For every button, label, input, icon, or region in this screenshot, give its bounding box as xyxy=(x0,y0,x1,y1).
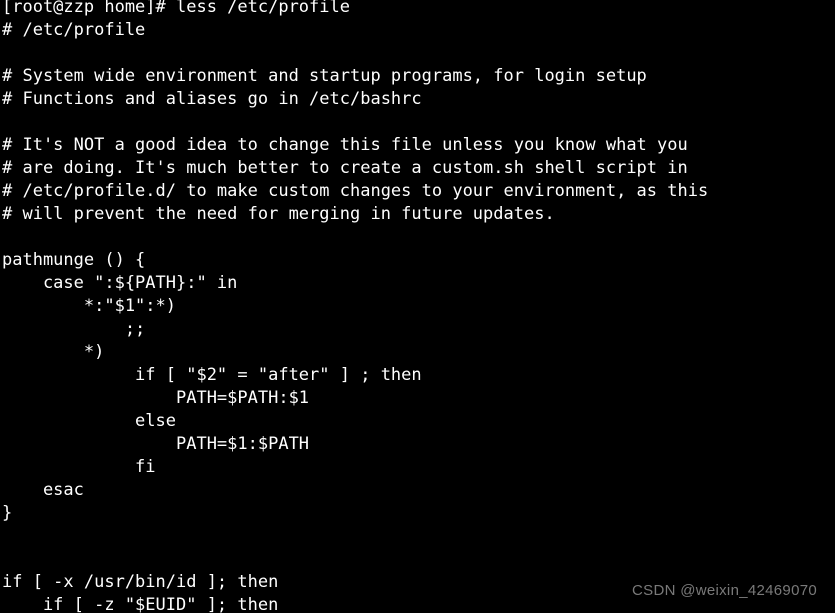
terminal-line: case ":${PATH}:" in xyxy=(2,273,238,293)
terminal-line: # will prevent the need for merging in f… xyxy=(2,204,555,224)
terminal-line: pathmunge () { xyxy=(2,250,146,270)
terminal-line: fi xyxy=(2,457,156,477)
terminal-line: # /etc/profile xyxy=(2,20,146,40)
terminal-line: } xyxy=(2,503,13,523)
terminal-line: *) xyxy=(2,342,105,362)
terminal-line: *:"$1":*) xyxy=(2,296,176,316)
terminal-line: if [ -x /usr/bin/id ]; then xyxy=(2,572,279,592)
terminal-prompt-line: [root@zzp home]# less /etc/profile xyxy=(2,0,350,17)
terminal-line: else xyxy=(2,411,176,431)
terminal-line: esac xyxy=(2,480,84,500)
terminal-screen-buffer[interactable]: [root@zzp home]# less /etc/profile # /etc… xyxy=(2,0,708,613)
terminal-line: PATH=$1:$PATH xyxy=(2,434,310,454)
csdn-watermark: CSDN @weixin_42469070 xyxy=(632,582,817,599)
terminal-line: # /etc/profile.d/ to make custom changes… xyxy=(2,181,709,201)
terminal-line: ;; xyxy=(2,319,146,339)
terminal-window[interactable]: [root@zzp home]# less /etc/profile # /etc… xyxy=(0,0,835,613)
terminal-line: if [ "$2" = "after" ] ; then xyxy=(2,365,422,385)
terminal-line: # System wide environment and startup pr… xyxy=(2,66,647,86)
terminal-line: # are doing. It's much better to create … xyxy=(2,158,688,178)
terminal-line: if [ -z "$EUID" ]; then xyxy=(2,595,279,613)
terminal-line: # It's NOT a good idea to change this fi… xyxy=(2,135,688,155)
terminal-line: # Functions and aliases go in /etc/bashr… xyxy=(2,89,422,109)
terminal-line: PATH=$PATH:$1 xyxy=(2,388,310,408)
